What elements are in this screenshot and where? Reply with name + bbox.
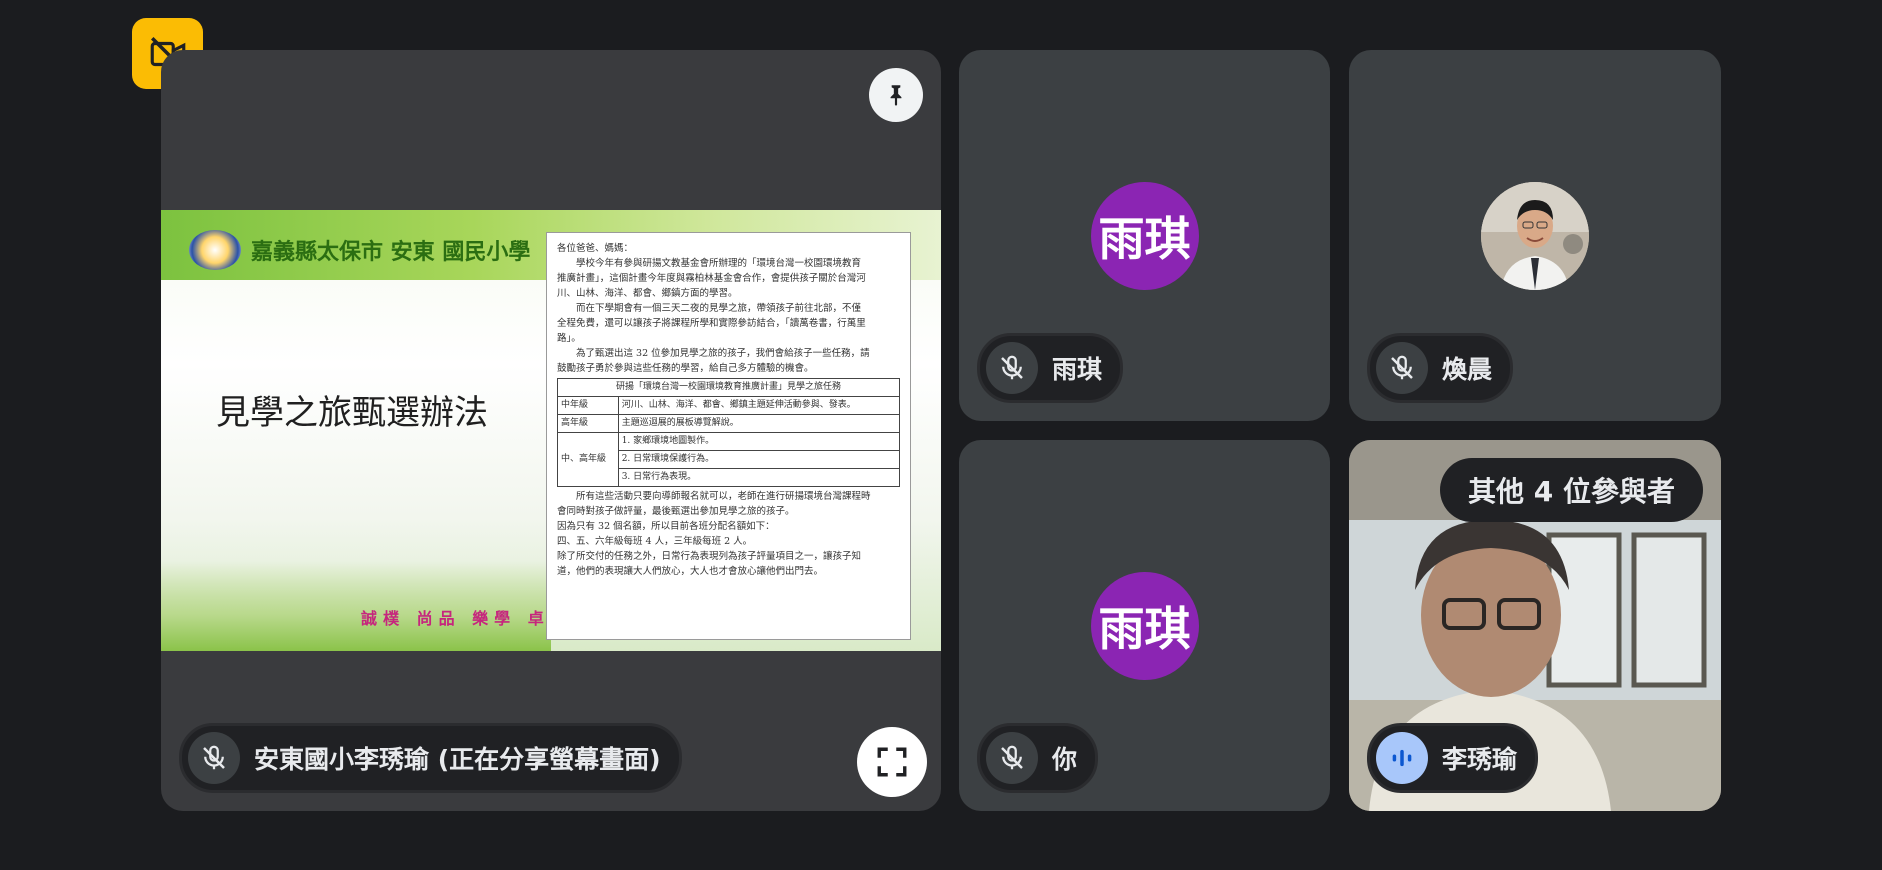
- participant-nametag: 雨琪: [977, 333, 1124, 403]
- doc-line: 而在下學期會有一個三天二夜的見學之旅，帶領孩子前往北部，不僅: [557, 303, 862, 314]
- doc-line: 四、五、六年級每班 4 人，三年級每班 2 人。: [557, 536, 753, 547]
- doc-line: 道，他們的表現讓大人們放心，大人也才會放心讓他們出門去。: [557, 566, 824, 577]
- table-cell: 1. 家鄉環境地圖製作。: [617, 432, 901, 451]
- mic-off-indicator: [986, 342, 1038, 394]
- table-cell: 高年級: [557, 414, 619, 433]
- participant-nametag: 你: [977, 723, 1099, 793]
- doc-task-table: 研揚「環境台灣一校園環境教育推廣計畫」見學之旅任務 中年級 河川、山林、海洋、都會…: [557, 378, 901, 487]
- table-cell: 3. 日常行為表現。: [617, 468, 901, 487]
- slide-title: 見學之旅甄選辦法: [216, 393, 488, 433]
- participant-nametag: 李琇瑜: [1367, 723, 1539, 793]
- table-cell: 主題巡迴展的展板導覽解說。: [617, 414, 901, 433]
- doc-line: 路」。: [557, 333, 581, 344]
- slide-document: 各位爸爸、媽媽： 學校今年有參與研揚文教基金會所辦理的「環境台灣一校園環境教育 …: [546, 232, 911, 640]
- presenter-nametag: 安東國小李琇瑜 (正在分享螢幕畫面): [179, 723, 682, 793]
- mic-off-indicator: [986, 732, 1038, 784]
- mic-off-indicator: [1376, 342, 1428, 394]
- slide-values-text: 誠樸 尚品 樂學 卓越: [361, 609, 572, 628]
- mic-off-indicator: [188, 732, 240, 784]
- slide-school-name: 嘉義縣太保市 安東 國民小學: [251, 240, 531, 265]
- avatar: 雨琪: [1090, 181, 1199, 290]
- school-logo: [189, 230, 241, 270]
- table-cell: 中年級: [557, 396, 619, 415]
- participant-nametag: 煥晨: [1367, 333, 1514, 403]
- participant-tile-yuqi[interactable]: 雨琪 雨琪: [959, 50, 1330, 421]
- table-cell: 中、高年級: [557, 432, 619, 487]
- participant-tile-li-xiuyu[interactable]: 其他 4 位參與者 李琇瑜: [1349, 440, 1721, 811]
- mic-off-icon: [1391, 355, 1413, 380]
- doc-line: 因為只有 32 個名額，所以目前各班分配名額如下：: [557, 521, 775, 532]
- participant-name: 你: [1052, 745, 1078, 774]
- doc-line: 除了所交付的任務之外，日常行為表現列為孩子評量項目之一，讓孩子知: [557, 551, 862, 562]
- doc-line: 為了甄選出這 32 位參加見學之旅的孩子，我們會給孩子一些任務，請: [557, 348, 870, 359]
- table-cell: 2. 日常環境保護行為。: [617, 450, 901, 469]
- participant-tile-self[interactable]: 雨琪 你: [959, 440, 1330, 811]
- avatar: 雨琪: [1090, 571, 1199, 680]
- pin-button[interactable]: [869, 68, 923, 122]
- participant-tile-huanchen[interactable]: 煥晨: [1349, 50, 1721, 421]
- presenter-name: 安東國小李琇瑜 (正在分享螢幕畫面): [254, 745, 661, 774]
- table-header: 研揚「環境台灣一校園環境教育推廣計畫」見學之旅任務: [557, 378, 900, 397]
- doc-line: 推廣計畫」，這個計畫今年度與霧柏林基金會合作，會提供孩子關於台灣河: [557, 273, 866, 284]
- doc-line: 全程免費，還可以讓孩子將課程所學和實際參訪結合，「讀萬卷書，行萬里: [557, 318, 866, 329]
- doc-line: 會同時對孩子做評量，最後甄選出參加見學之旅的孩子。: [557, 506, 795, 517]
- pin-icon: [890, 85, 902, 106]
- audio-level-icon: [1392, 749, 1412, 767]
- participant-name: 李琇瑜: [1442, 745, 1518, 774]
- mic-off-icon: [1001, 355, 1023, 380]
- avatar-photo: [1481, 181, 1589, 290]
- presentation-tile[interactable]: 嘉義縣太保市 安東 國民小學 見學之旅甄選辦法 誠樸 尚品 樂學 卓越 各位爸爸…: [161, 50, 941, 811]
- speaking-indicator: [1376, 732, 1428, 784]
- table-cell: 河川、山林、海洋、都會、鄉鎮主題延伸活動參與、發表。: [617, 396, 901, 415]
- fullscreen-icon: [877, 747, 907, 777]
- shared-slide: 嘉義縣太保市 安東 國民小學 見學之旅甄選辦法 誠樸 尚品 樂學 卓越 各位爸爸…: [161, 210, 941, 651]
- participant-name: 煥晨: [1442, 355, 1493, 384]
- doc-line: 各位爸爸、媽媽：: [557, 243, 634, 254]
- doc-line: 學校今年有參與研揚文教基金會所辦理的「環境台灣一校園環境教育: [557, 258, 862, 269]
- doc-line: 所有這些活動只要向導師報名就可以，老師在進行研揚環境台灣課程時: [557, 491, 871, 502]
- doc-line: 鼓勵孩子勇於參與這些任務的學習，給自己多方體驗的機會。: [557, 363, 814, 374]
- doc-line: 川、山林、海洋、都會、鄉鎮方面的學習。: [557, 288, 738, 299]
- fullscreen-button[interactable]: [857, 727, 927, 797]
- participant-name: 雨琪: [1052, 355, 1103, 384]
- mic-off-icon: [203, 745, 225, 770]
- other-participants-pill[interactable]: 其他 4 位參與者: [1440, 458, 1703, 522]
- mic-off-icon: [1001, 745, 1023, 770]
